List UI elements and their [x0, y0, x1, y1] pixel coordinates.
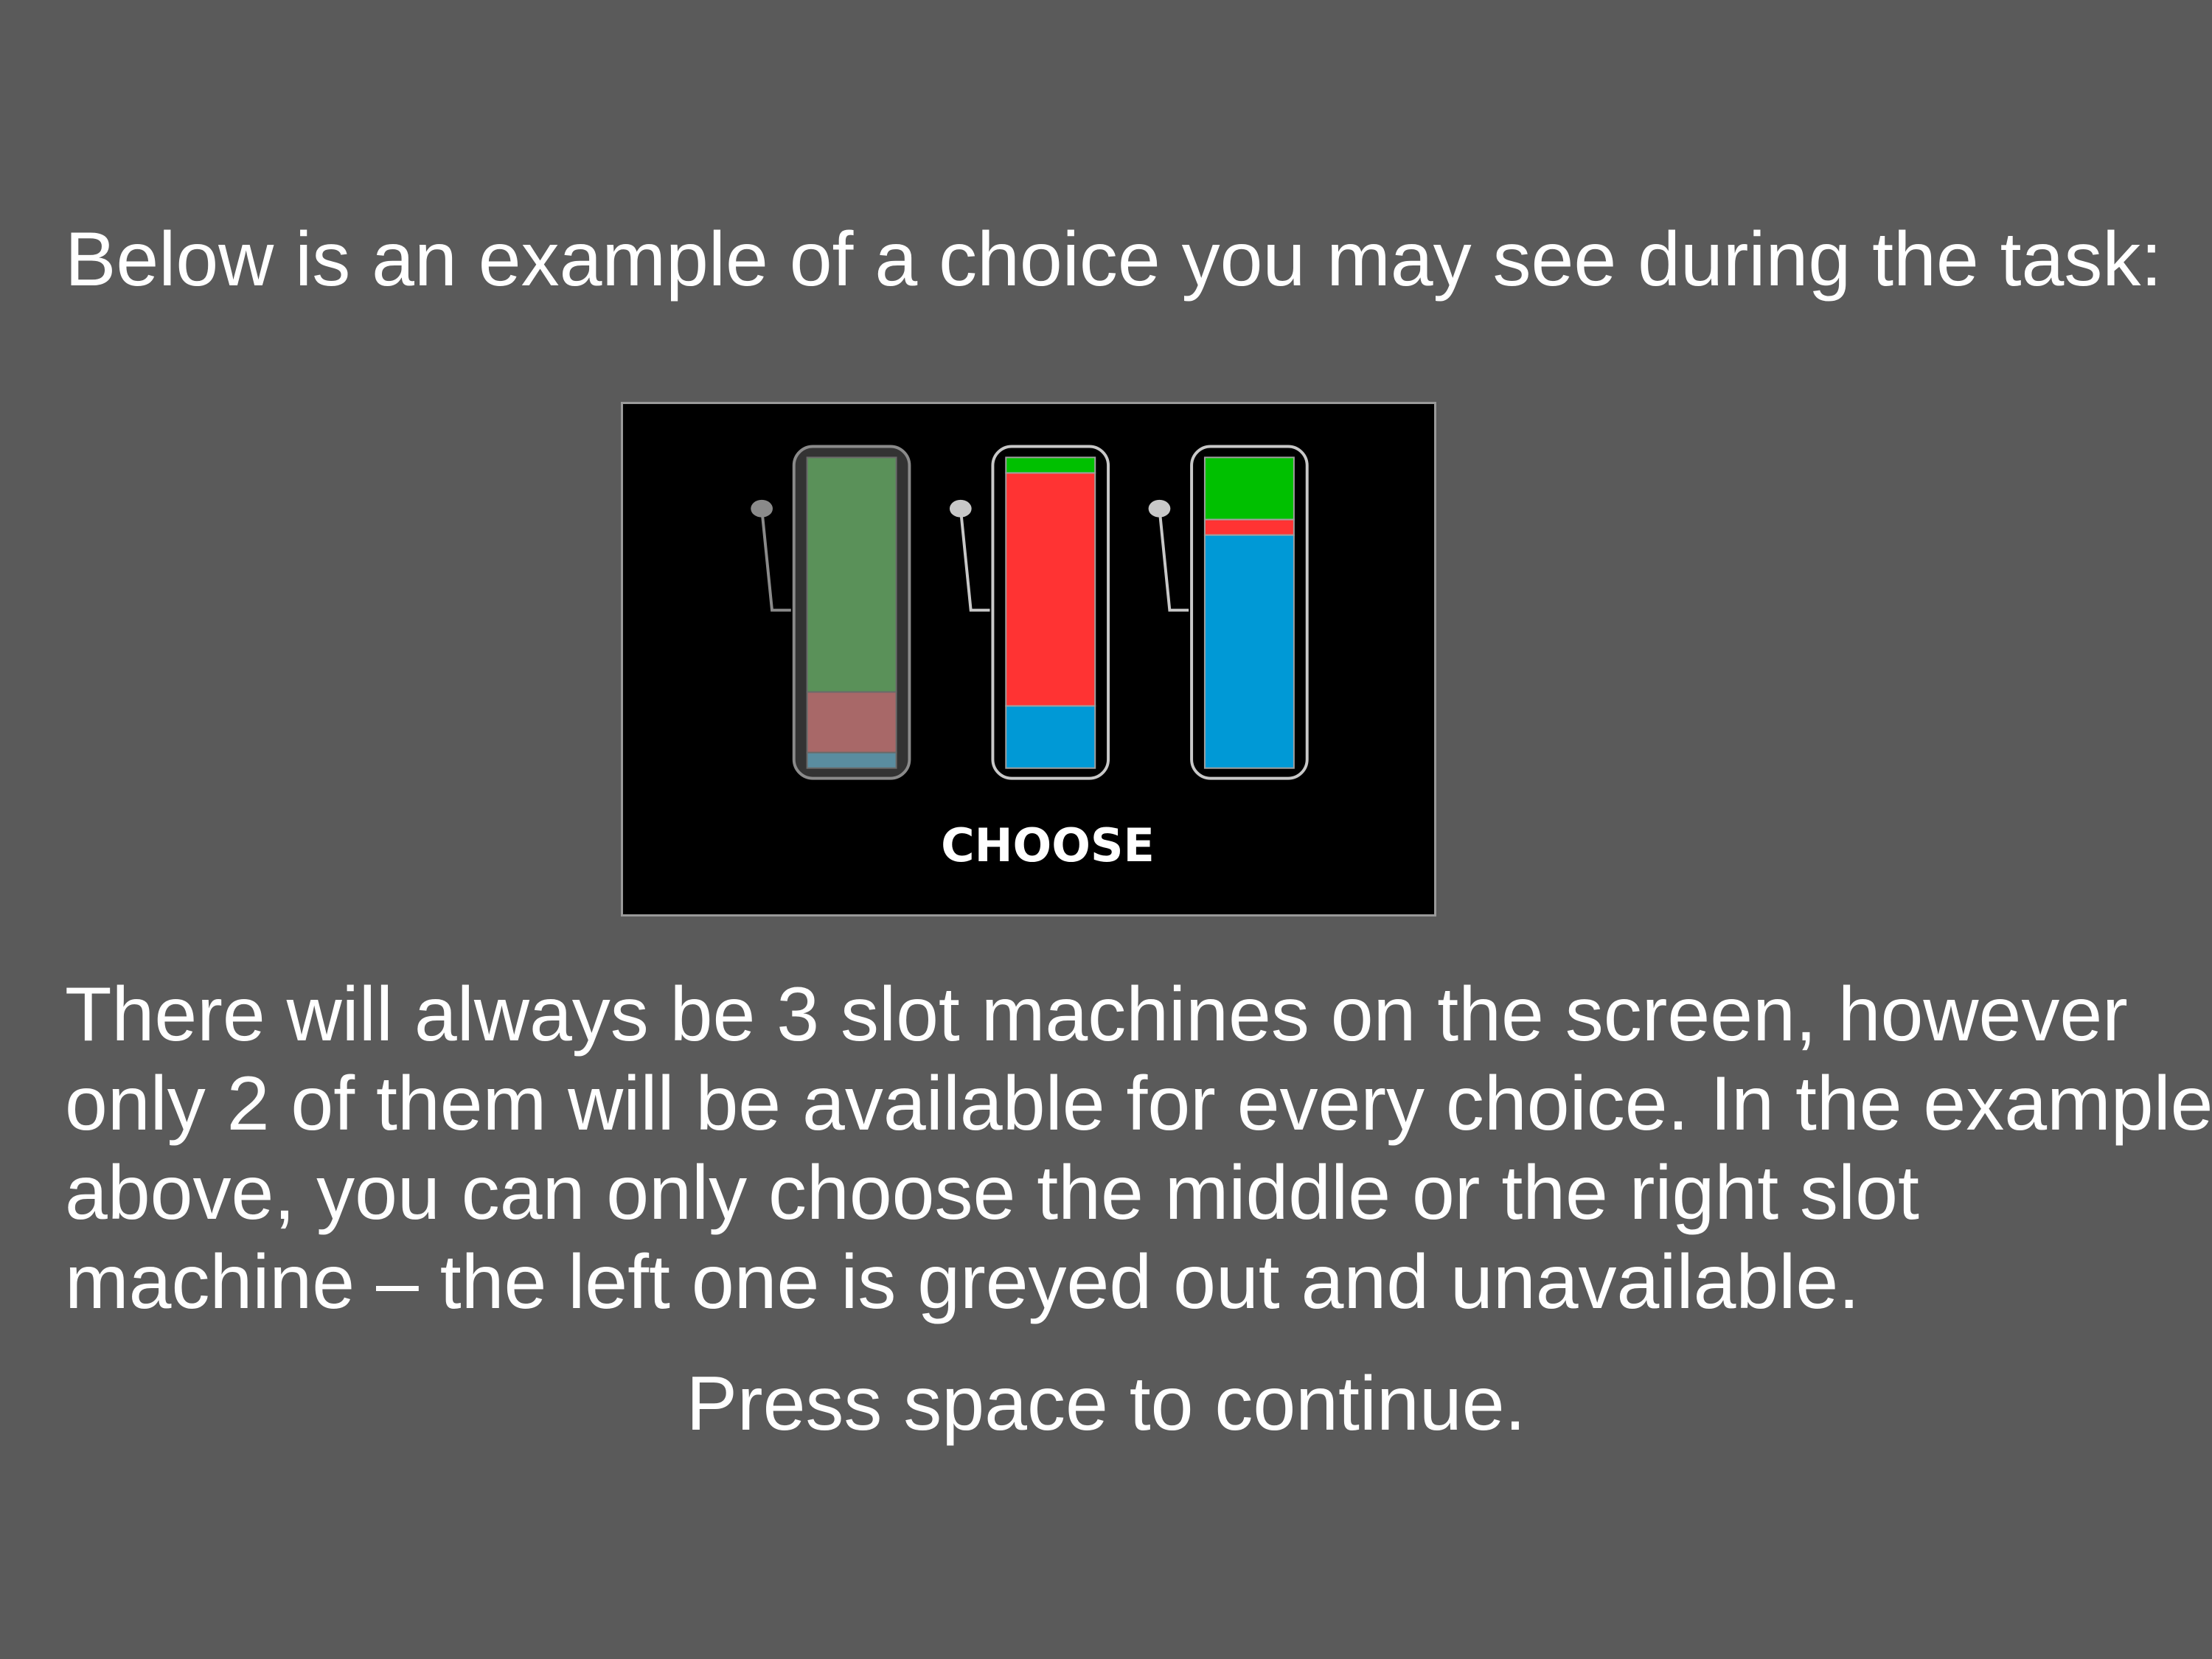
example-choice-screen: CHOOSE	[621, 402, 1436, 917]
choose-label: CHOOSE	[941, 818, 1155, 872]
slot-machine-middle	[949, 445, 1110, 780]
explanation-line: above, you can only choose the middle or…	[65, 1150, 1919, 1236]
segment-green	[1005, 456, 1096, 474]
lever-knob	[751, 499, 773, 518]
lever-arm	[760, 508, 791, 612]
segment-blue	[1005, 705, 1096, 769]
slot-machine-left	[751, 445, 911, 780]
slot-machine-right	[1148, 445, 1309, 780]
explanation-line: There will always be 3 slot machines on …	[65, 972, 2128, 1057]
lever-arm	[959, 508, 990, 612]
explanation-line: machine – the left one is greyed out and…	[65, 1239, 1860, 1325]
segment-green	[806, 456, 897, 693]
lever-knob	[949, 499, 972, 518]
explanation-text: There will always be 3 slot machines on …	[65, 970, 2212, 1327]
intro-text: Below is an example of a choice you may …	[65, 217, 2163, 302]
lever-arm	[1158, 508, 1189, 612]
segment-red	[806, 691, 897, 754]
lever-knob	[1148, 499, 1171, 518]
explanation-line: only 2 of them will be available for eve…	[65, 1061, 2212, 1147]
continue-prompt: Press space to continue.	[686, 1361, 1526, 1447]
segment-green	[1203, 456, 1295, 521]
segment-red	[1005, 472, 1096, 707]
segment-blue	[806, 751, 897, 769]
segment-blue	[1203, 534, 1295, 769]
segment-red	[1203, 518, 1295, 536]
